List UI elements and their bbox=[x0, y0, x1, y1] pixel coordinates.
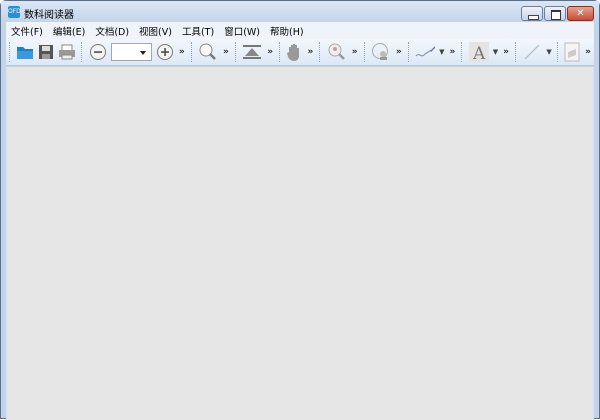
toolbar-overflow-button[interactable]: » bbox=[396, 47, 402, 57]
toolbar-grip[interactable] bbox=[514, 42, 517, 62]
toolbar-overflow-button[interactable]: » bbox=[585, 47, 591, 57]
open-folder-icon bbox=[17, 47, 34, 59]
document-note-icon bbox=[564, 42, 580, 62]
toolbar-overflow-button[interactable]: » bbox=[503, 47, 509, 57]
zoom-level-select[interactable] bbox=[110, 43, 152, 61]
menu-bar: 文件(F) 编辑(E) 文档(D) 视图(V) 工具(T) 窗口(W) 帮助(H… bbox=[6, 22, 594, 39]
close-button[interactable]: ✕ bbox=[567, 6, 594, 21]
toolbar-overflow-button[interactable]: » bbox=[352, 47, 358, 57]
stamp-button[interactable] bbox=[371, 42, 391, 62]
hand-tool-button[interactable] bbox=[286, 42, 302, 62]
menu-file[interactable]: 文件(F) bbox=[11, 24, 43, 38]
toolbar-grip[interactable] bbox=[363, 42, 366, 62]
magnifier-icon bbox=[199, 43, 216, 60]
signature-button[interactable] bbox=[415, 42, 436, 62]
title-bar: OFD 数科阅读器 ✕ bbox=[1, 1, 599, 22]
search-button[interactable] bbox=[327, 42, 347, 62]
toolbar-overflow-button[interactable]: » bbox=[223, 47, 229, 57]
line-tool-button[interactable] bbox=[522, 42, 542, 62]
app-icon: OFD bbox=[8, 6, 21, 18]
search-icon bbox=[328, 43, 345, 60]
print-button[interactable] bbox=[58, 42, 76, 62]
toolbar-grip[interactable] bbox=[556, 42, 559, 62]
save-button[interactable] bbox=[38, 42, 54, 62]
annotation-button[interactable] bbox=[564, 42, 580, 62]
toolbar: » » » » » » ▼ » A ▼ » ▼ » bbox=[6, 39, 594, 66]
toolbar-grip[interactable] bbox=[190, 42, 193, 62]
seal-stamp-icon bbox=[371, 43, 388, 60]
toolbar-overflow-button[interactable]: » bbox=[307, 47, 313, 57]
zoom-in-button[interactable] bbox=[156, 42, 174, 62]
document-area[interactable] bbox=[6, 67, 594, 420]
minimize-button[interactable] bbox=[521, 6, 543, 21]
toolbar-grip[interactable] bbox=[461, 42, 463, 62]
svg-text:A: A bbox=[472, 44, 486, 62]
line-icon bbox=[524, 44, 540, 60]
hand-pan-icon bbox=[287, 44, 300, 61]
menu-help[interactable]: 帮助(H) bbox=[270, 24, 304, 38]
window-title: 数科阅读器 bbox=[24, 10, 74, 21]
signature-pen-icon bbox=[415, 46, 436, 57]
minus-circle-icon bbox=[89, 44, 106, 60]
printer-icon bbox=[59, 44, 76, 60]
toolbar-grip[interactable] bbox=[234, 42, 237, 62]
toolbar-overflow-button[interactable]: » bbox=[267, 47, 273, 57]
magnifier-button[interactable] bbox=[198, 42, 218, 62]
plus-circle-icon bbox=[156, 44, 173, 60]
menu-tools[interactable]: 工具(T) bbox=[182, 24, 214, 38]
toolbar-overflow-button[interactable]: » bbox=[179, 47, 185, 57]
open-button[interactable] bbox=[16, 42, 34, 62]
text-tool-button[interactable]: A bbox=[468, 42, 489, 62]
menu-edit[interactable]: 编辑(E) bbox=[53, 24, 85, 38]
toolbar-grip[interactable] bbox=[407, 42, 410, 62]
app-window: OFD 数科阅读器 ✕ 文件(F) 编辑(E) 文档(D) 视图(V) 工具(T… bbox=[0, 0, 600, 420]
chevron-down-icon[interactable]: ▼ bbox=[493, 48, 498, 56]
menu-document[interactable]: 文档(D) bbox=[95, 24, 129, 38]
chevron-down-icon[interactable]: ▼ bbox=[439, 48, 444, 56]
toolbar-grip[interactable] bbox=[319, 42, 321, 62]
fit-width-icon bbox=[243, 45, 262, 59]
menu-view[interactable]: 视图(V) bbox=[139, 24, 172, 38]
fit-page-button[interactable] bbox=[242, 42, 262, 62]
toolbar-grip[interactable] bbox=[279, 42, 281, 62]
zoom-out-button[interactable] bbox=[89, 42, 107, 62]
save-icon bbox=[39, 45, 54, 59]
toolbar-grip[interactable] bbox=[9, 42, 11, 62]
toolbar-grip[interactable] bbox=[81, 42, 83, 62]
toolbar-overflow-button[interactable]: » bbox=[450, 47, 456, 57]
menu-window[interactable]: 窗口(W) bbox=[224, 24, 260, 38]
text-a-icon: A bbox=[468, 42, 489, 62]
maximize-button[interactable] bbox=[544, 6, 566, 21]
chevron-down-icon[interactable]: ▼ bbox=[546, 48, 551, 56]
